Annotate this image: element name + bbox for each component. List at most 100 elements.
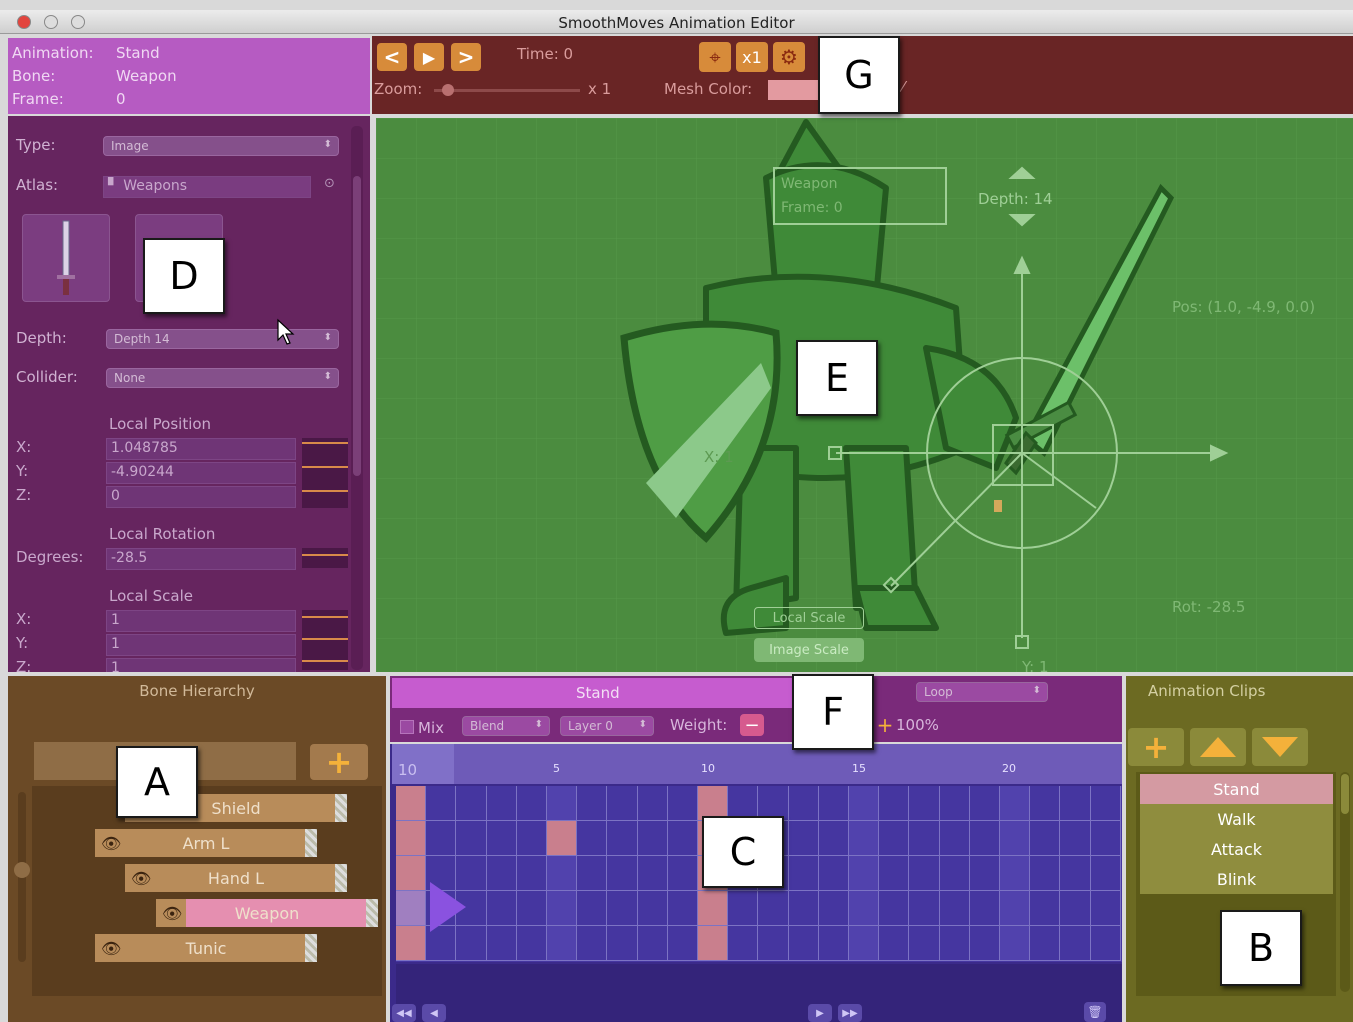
timeline-cell[interactable] <box>969 891 1000 926</box>
timeline-cell[interactable] <box>607 856 638 891</box>
timeline-cell[interactable] <box>1090 786 1121 821</box>
clip-item-blink[interactable]: Blink <box>1140 864 1333 894</box>
degrees-field[interactable]: -28.5 <box>106 548 296 570</box>
drag-handle[interactable] <box>366 899 378 927</box>
zoom-slider[interactable] <box>434 84 580 96</box>
bone-row-arm-l[interactable]: 👁 Arm L <box>95 829 317 857</box>
mix-checkbox[interactable] <box>400 720 414 734</box>
weight-decrease-button[interactable]: − <box>740 714 764 736</box>
timeline-cell[interactable] <box>788 821 819 856</box>
add-bone-button[interactable]: + <box>310 743 368 781</box>
timeline-cell[interactable] <box>516 856 547 891</box>
timeline-cell[interactable] <box>1060 786 1091 821</box>
timeline-cell[interactable] <box>486 926 517 961</box>
sprite-thumbnail[interactable] <box>22 214 110 302</box>
timeline-cell[interactable] <box>607 891 638 926</box>
timeline-cell[interactable] <box>456 821 487 856</box>
timeline-cell[interactable] <box>667 891 698 926</box>
timeline-cell[interactable] <box>969 856 1000 891</box>
clip-item-attack[interactable]: Attack <box>1140 834 1333 864</box>
timeline-cell[interactable] <box>879 856 910 891</box>
delete-keyframe-button[interactable]: 🗑 <box>1084 1002 1106 1022</box>
keyframe-cell[interactable] <box>396 926 427 961</box>
play-button[interactable]: ▶ <box>414 43 444 71</box>
keyframe-playhead-icon[interactable] <box>428 880 468 934</box>
timeline-cell[interactable] <box>486 891 517 926</box>
eye-icon[interactable]: 👁 <box>101 834 121 853</box>
timeline-cell[interactable] <box>486 821 517 856</box>
timeline-cell[interactable] <box>547 786 578 821</box>
timeline-cell[interactable] <box>758 926 789 961</box>
clip-item-stand[interactable]: Stand <box>1140 774 1333 804</box>
layer-dropdown[interactable]: Layer 0 ⬍ <box>560 716 654 736</box>
timeline-cell[interactable] <box>728 926 759 961</box>
first-frame-button[interactable]: ◀◀ <box>392 1004 416 1022</box>
bone-row-hand-l[interactable]: 👁 Hand L <box>125 864 347 892</box>
bone-row-weapon[interactable]: 👁 Weapon <box>156 899 378 927</box>
timeline-cell[interactable] <box>788 786 819 821</box>
timeline-cell[interactable] <box>516 926 547 961</box>
timeline-cell[interactable] <box>1090 821 1121 856</box>
wrap-mode-dropdown[interactable]: Loop ⬍ <box>916 682 1048 702</box>
pos-z-field[interactable]: 0 <box>106 486 296 508</box>
timeline-cell[interactable] <box>1060 891 1091 926</box>
timeline-cell[interactable] <box>1030 926 1061 961</box>
timeline-cell[interactable] <box>426 786 457 821</box>
timeline-cell[interactable] <box>909 926 940 961</box>
timeline-cell[interactable] <box>667 821 698 856</box>
timeline-cell[interactable] <box>939 856 970 891</box>
timeline-cell[interactable] <box>637 786 668 821</box>
drag-handle[interactable] <box>305 934 317 962</box>
keyframe-cell[interactable] <box>698 926 729 961</box>
timeline-cell[interactable] <box>818 926 849 961</box>
timeline-cell[interactable] <box>637 821 668 856</box>
timeline-cell[interactable] <box>637 891 668 926</box>
timeline-cell[interactable] <box>1060 926 1091 961</box>
timeline-cell[interactable] <box>1090 891 1121 926</box>
scale-y-field[interactable]: 1 <box>106 634 296 656</box>
pos-x-field[interactable]: 1.048785 <box>106 438 296 460</box>
timeline-cell[interactable] <box>547 926 578 961</box>
add-clip-button[interactable]: + <box>1128 728 1184 766</box>
position-curve-indicators[interactable] <box>302 438 348 508</box>
next-frame-button[interactable]: > <box>451 43 481 71</box>
local-scale-button[interactable]: Local Scale <box>754 607 864 629</box>
atlas-picker-icon[interactable]: ⊙ <box>324 176 335 191</box>
depth-dropdown[interactable]: Depth 14 ⬍ <box>106 329 339 349</box>
eyedropper-icon[interactable]: ⁄ <box>902 78 905 96</box>
timeline-cell[interactable] <box>909 856 940 891</box>
timeline-cell[interactable] <box>577 891 608 926</box>
timeline-cell[interactable] <box>969 926 1000 961</box>
mesh-color-swatch[interactable] <box>768 80 818 100</box>
timeline-cell[interactable] <box>577 786 608 821</box>
eye-icon[interactable]: 👁 <box>131 869 151 888</box>
timeline-cell[interactable] <box>667 926 698 961</box>
timeline-cell[interactable] <box>849 891 880 926</box>
timeline-cell[interactable] <box>426 821 457 856</box>
timeline-cell[interactable] <box>667 856 698 891</box>
pos-y-field[interactable]: -4.90244 <box>106 462 296 484</box>
timeline-cell[interactable] <box>456 786 487 821</box>
reset-zoom-button[interactable]: x1 <box>736 42 768 72</box>
timeline-cell[interactable] <box>1060 856 1091 891</box>
eye-icon[interactable]: 👁 <box>162 904 182 923</box>
timeline-cell[interactable] <box>486 856 517 891</box>
timeline-cell[interactable] <box>577 821 608 856</box>
scale-x-field[interactable]: 1 <box>106 610 296 632</box>
timeline-cell[interactable] <box>1000 856 1031 891</box>
timeline-cell[interactable] <box>547 891 578 926</box>
timeline-cell[interactable] <box>607 821 638 856</box>
timeline-cell[interactable] <box>637 856 668 891</box>
timeline-cell[interactable] <box>1030 821 1061 856</box>
move-clip-down-button[interactable] <box>1252 728 1308 766</box>
timeline-cell[interactable] <box>939 786 970 821</box>
timeline-cell[interactable] <box>516 786 547 821</box>
timeline-cell[interactable] <box>939 926 970 961</box>
keyframe-cell[interactable] <box>396 856 427 891</box>
keyframe-cell[interactable] <box>396 821 427 856</box>
atlas-field[interactable]: ▘ Weapons <box>103 176 311 198</box>
timeline-cell[interactable] <box>788 926 819 961</box>
timeline-cell[interactable] <box>879 891 910 926</box>
scale-curve-indicators[interactable] <box>302 610 348 670</box>
timeline-cell[interactable] <box>1030 891 1061 926</box>
